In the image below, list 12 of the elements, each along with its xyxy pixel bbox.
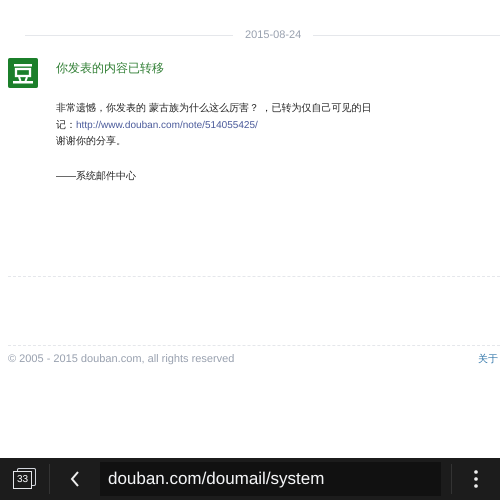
message-title: 你发表的内容已转移: [56, 60, 165, 77]
message-body: 非常遗憾，你发表的 蒙古族为什么这么厉害？ ，已转为仅自己可见的日记：http://www.douban.com/note/514055425/: [56, 102, 373, 132]
about-link[interactable]: 关于: [478, 352, 498, 367]
note-link[interactable]: http://www.douban.com/note/514055425/: [76, 120, 258, 130]
menu-icon[interactable]: [474, 470, 478, 488]
signature-text: ——系统邮件中心: [56, 170, 137, 184]
logo-icon: [8, 58, 38, 88]
copyright-text: © 2005 - 2015 douban.com, all rights reserved: [8, 352, 234, 368]
thanks-text: 谢谢你的分享。: [56, 134, 127, 149]
message-date: 2015-08-24: [245, 30, 302, 40]
url-field[interactable]: douban.com/doumail/system: [100, 462, 441, 496]
back-icon[interactable]: [70, 471, 80, 487]
